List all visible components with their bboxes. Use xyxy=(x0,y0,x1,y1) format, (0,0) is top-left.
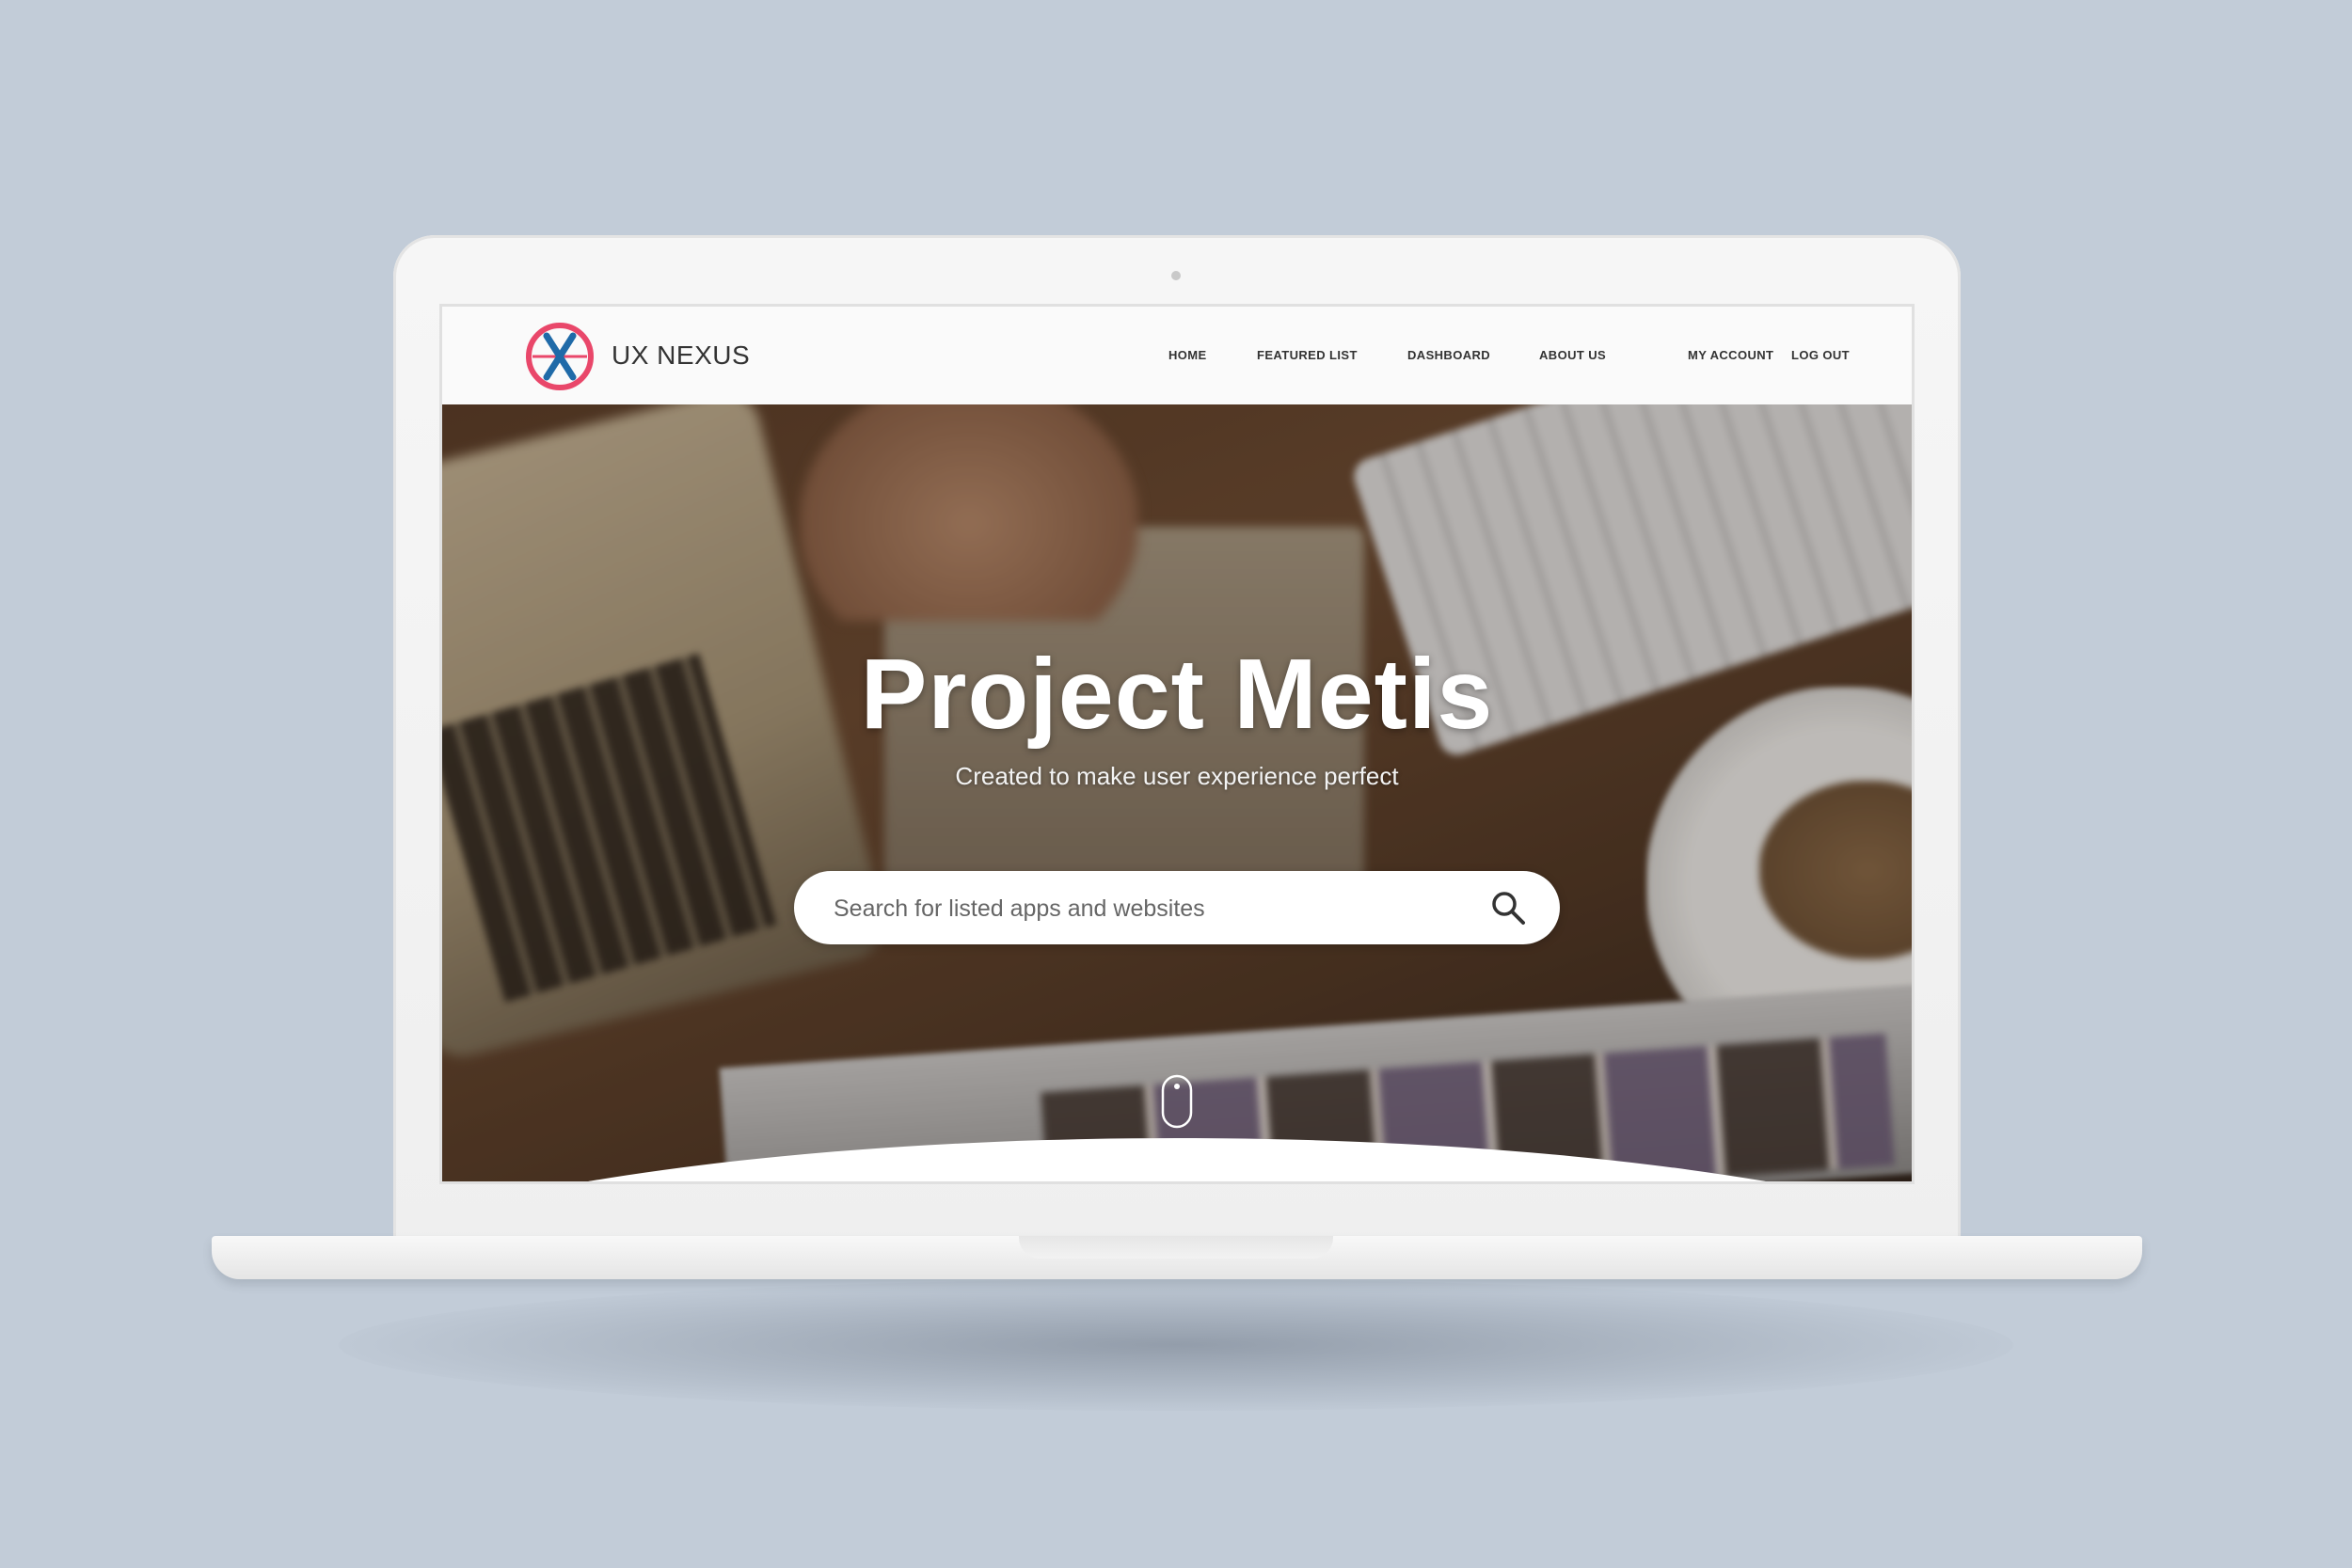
nav-about-us[interactable]: ABOUT US xyxy=(1539,348,1606,362)
brand-name[interactable]: UX NEXUS xyxy=(612,341,750,371)
hero-section: Project Metis Created to make user exper… xyxy=(442,404,1912,1181)
site-navbar: UX NEXUS HOME FEATURED LIST DASHBOARD AB… xyxy=(442,307,1912,405)
hero-title: Project Metis xyxy=(860,639,1494,750)
laptop-shadow xyxy=(339,1279,2013,1411)
webcam-dot xyxy=(1171,271,1181,280)
scroll-mouse-icon[interactable] xyxy=(1161,1074,1193,1129)
search-input[interactable] xyxy=(832,871,1475,946)
nav-log-out[interactable]: LOG OUT xyxy=(1791,348,1850,362)
nav-my-account[interactable]: MY ACCOUNT xyxy=(1688,348,1773,362)
nav-featured-list[interactable]: FEATURED LIST xyxy=(1257,348,1358,362)
laptop-opening-notch xyxy=(1019,1236,1333,1259)
browser-screen: UX NEXUS HOME FEATURED LIST DASHBOARD AB… xyxy=(442,307,1912,1181)
uxnexus-logo-icon[interactable] xyxy=(524,321,596,392)
search-bar[interactable] xyxy=(794,871,1560,946)
search-icon[interactable] xyxy=(1490,890,1526,926)
nav-home[interactable]: HOME xyxy=(1168,348,1207,362)
hero-subtitle: Created to make user experience perfect xyxy=(955,762,1399,790)
nav-dashboard[interactable]: DASHBOARD xyxy=(1407,348,1490,362)
hero-overlay xyxy=(442,404,1912,1181)
